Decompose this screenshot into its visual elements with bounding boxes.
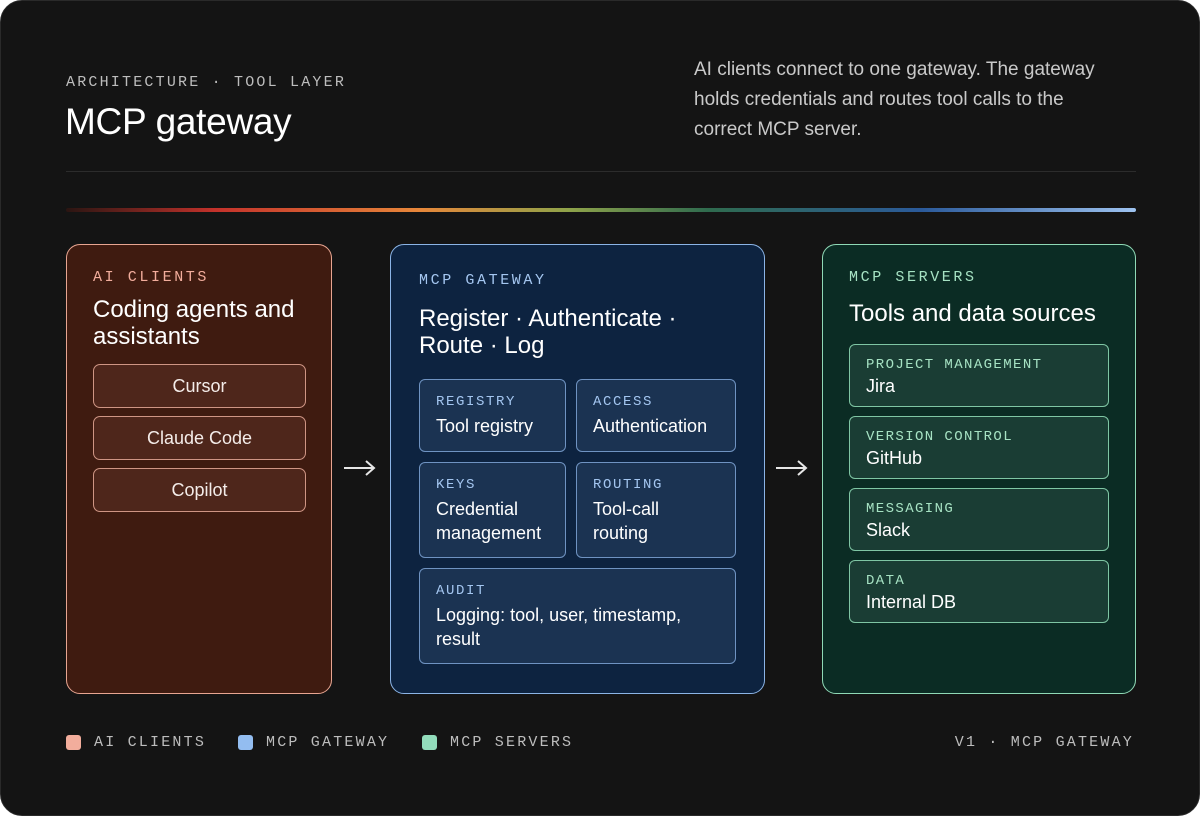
mcp-servers-panel: MCP SERVERS Tools and data sources PROJE… — [822, 244, 1136, 694]
module-label: Logging: tool, user, timestamp, result — [436, 605, 682, 649]
server-github[interactable]: VERSION CONTROL GitHub — [849, 416, 1109, 479]
servers-heading: Tools and data sources — [849, 300, 1096, 327]
ai-clients-panel: AI CLIENTS Coding agents and assistants … — [66, 244, 332, 694]
header-divider — [66, 171, 1136, 172]
module-label: Credential management — [436, 499, 542, 543]
module-access[interactable]: ACCESS Authentication — [576, 379, 736, 452]
module-audit[interactable]: AUDIT Logging: tool, user, timestamp, re… — [419, 568, 736, 664]
legend-label: AI CLIENTS — [94, 734, 207, 751]
section-eyebrow: ARCHITECTURE · TOOL LAYER — [66, 74, 347, 91]
legend-label: MCP SERVERS — [450, 734, 574, 751]
legend-swatch — [238, 735, 253, 750]
legend-item-mcp-servers: MCP SERVERS — [422, 734, 573, 751]
gateway-tag: MCP GATEWAY — [419, 272, 547, 289]
legend-item-ai-clients: AI CLIENTS — [66, 734, 206, 751]
server-label: Slack — [866, 520, 911, 540]
client-label: Copilot — [171, 479, 228, 500]
module-label: Tool registry — [436, 416, 534, 436]
server-tag: MESSAGING — [866, 501, 955, 517]
legend-label: MCP GATEWAY — [266, 734, 390, 751]
client-cursor[interactable]: Cursor — [93, 364, 306, 408]
servers-tag: MCP SERVERS — [849, 269, 977, 286]
module-label: Authentication — [593, 416, 708, 436]
page-title: MCP gateway — [65, 101, 292, 142]
server-label: Jira — [866, 376, 896, 396]
client-copilot[interactable]: Copilot — [93, 468, 306, 512]
module-tag: AUDIT — [436, 583, 487, 599]
client-label: Cursor — [172, 375, 227, 396]
module-keys[interactable]: KEYS Credential management — [419, 462, 566, 558]
module-routing[interactable]: ROUTING Tool-call routing — [576, 462, 736, 558]
ai-clients-heading: Coding agents and assistants — [93, 296, 295, 350]
server-internal-db[interactable]: DATA Internal DB — [849, 560, 1109, 623]
gradient-bar — [66, 208, 1136, 212]
client-claude-code[interactable]: Claude Code — [93, 416, 306, 460]
module-tag: ROUTING — [593, 477, 664, 493]
arrow-right-icon — [776, 460, 808, 476]
server-tag: PROJECT MANAGEMENT — [866, 357, 1043, 373]
arrow-right-icon — [344, 460, 376, 476]
gateway-heading: Register · Authenticate · Route · Log — [419, 305, 677, 359]
version-label: V1 · MCP GATEWAY — [954, 734, 1134, 751]
server-label: Internal DB — [866, 592, 957, 612]
mcp-gateway-panel: MCP GATEWAY Register · Authenticate · Ro… — [390, 244, 765, 694]
server-slack[interactable]: MESSAGING Slack — [849, 488, 1109, 551]
server-label: GitHub — [866, 448, 923, 468]
diagram-canvas: ARCHITECTURE · TOOL LAYER MCP gateway AI… — [0, 0, 1200, 816]
module-registry[interactable]: REGISTRY Tool registry — [419, 379, 566, 452]
server-tag: VERSION CONTROL — [866, 429, 1014, 445]
server-jira[interactable]: PROJECT MANAGEMENT Jira — [849, 344, 1109, 407]
legend-item-mcp-gateway: MCP GATEWAY — [238, 734, 389, 751]
module-tag: REGISTRY — [436, 394, 517, 410]
ai-clients-tag: AI CLIENTS — [93, 269, 210, 286]
module-tag: KEYS — [436, 477, 477, 493]
client-label: Claude Code — [146, 427, 253, 448]
module-label: Tool-call routing — [593, 499, 660, 543]
legend-swatch — [422, 735, 437, 750]
server-tag: DATA — [866, 573, 906, 589]
module-tag: ACCESS — [593, 394, 654, 410]
intro-text: AI clients connect to one gateway. The g… — [694, 59, 1095, 140]
legend-swatch — [66, 735, 81, 750]
